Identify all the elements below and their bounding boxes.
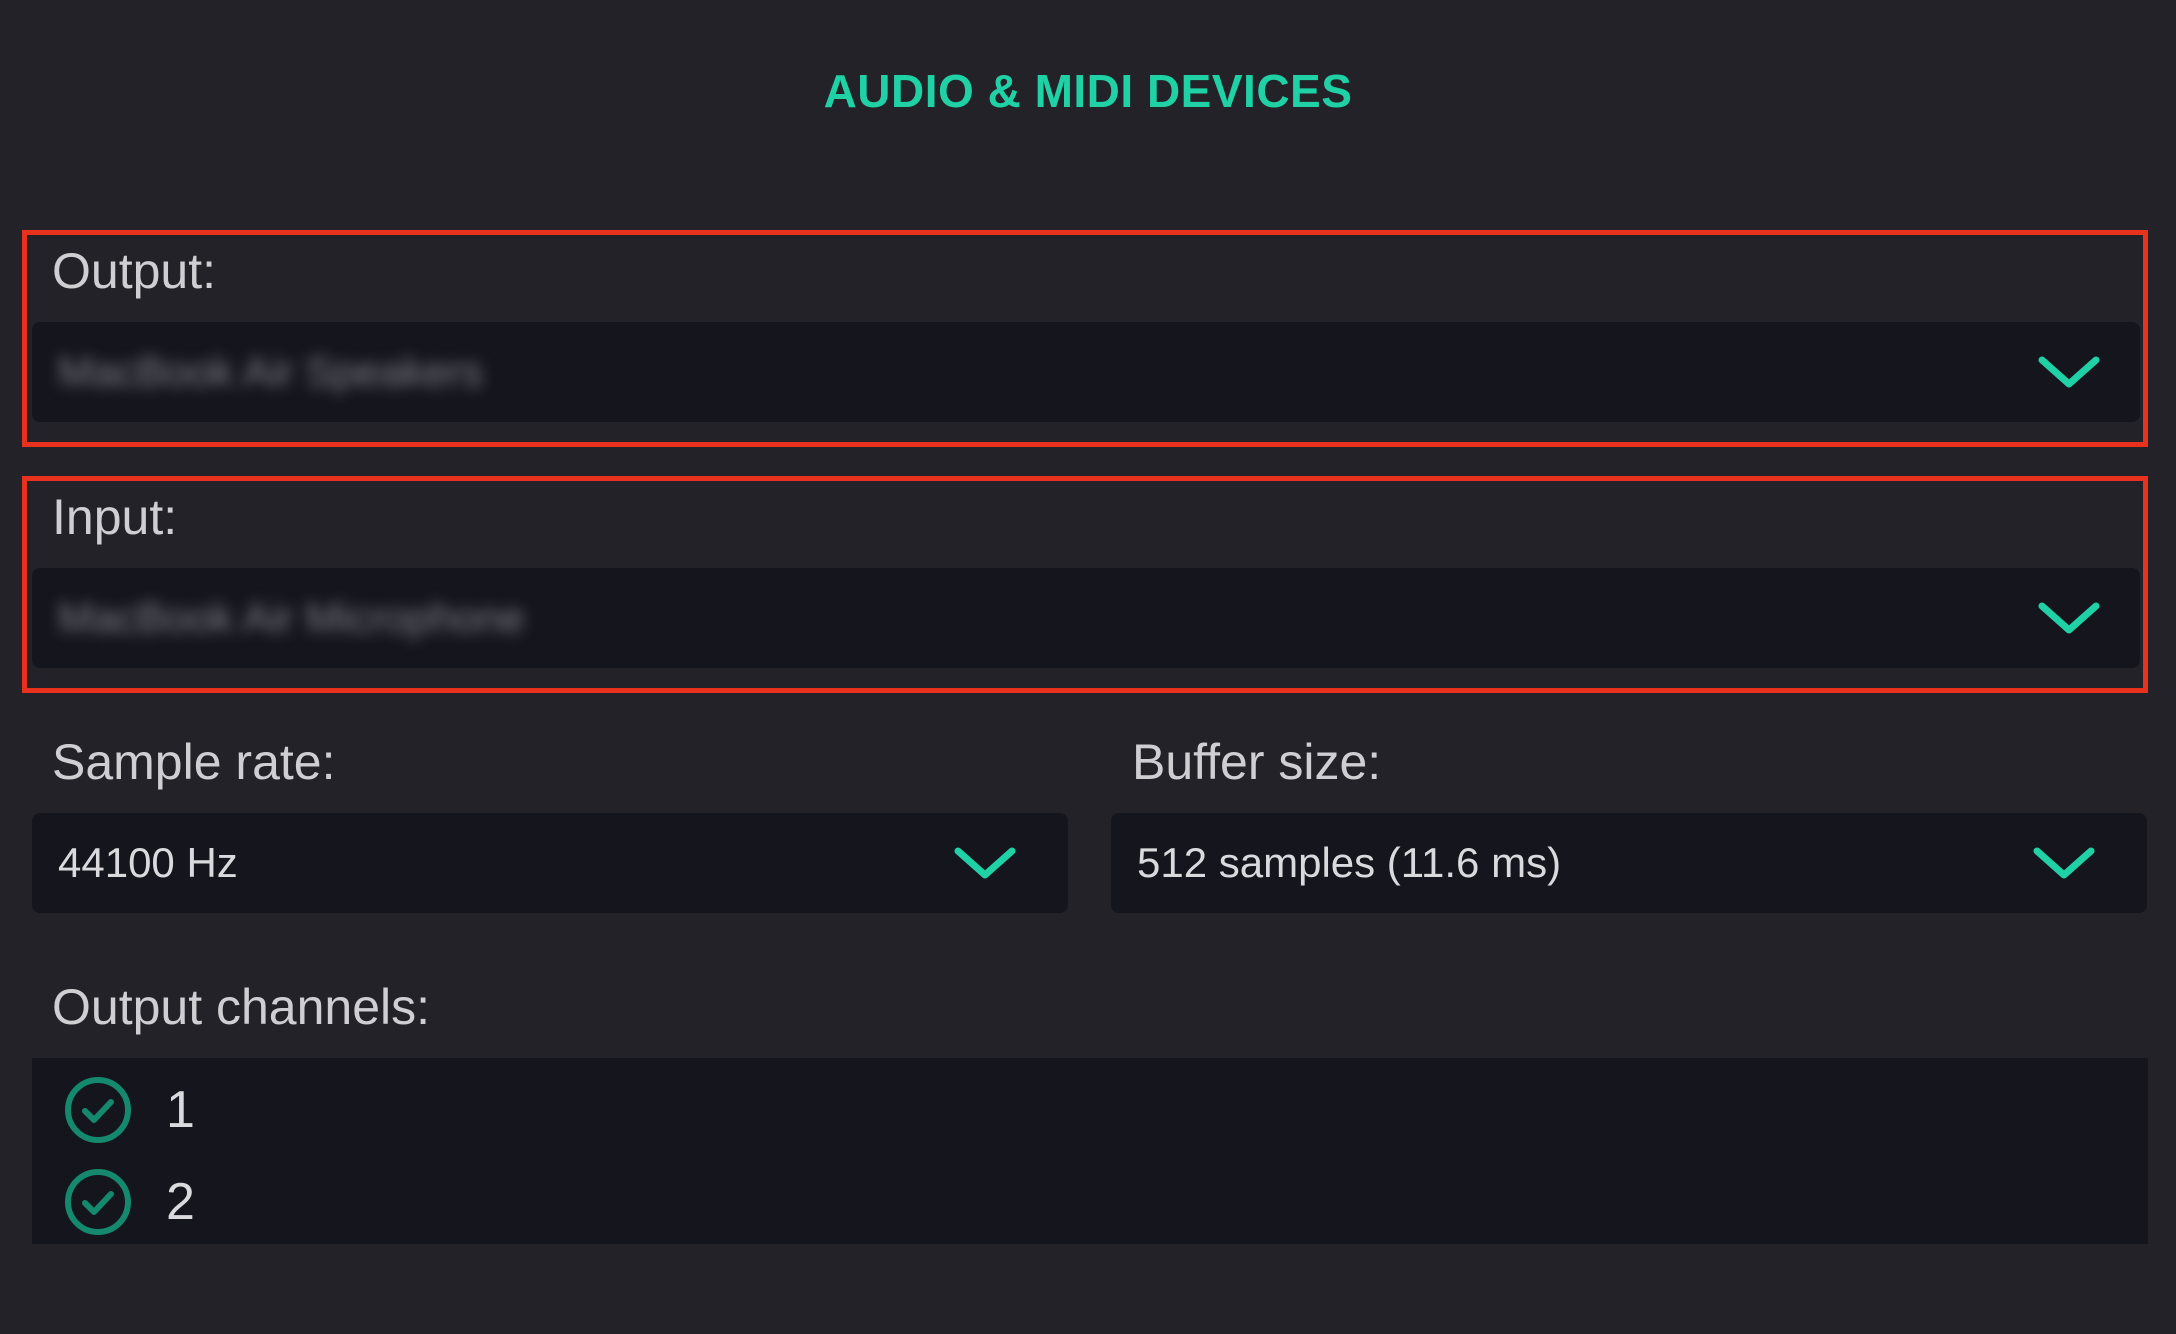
input-device-value: MacBook Air Microphone: [58, 594, 525, 641]
chevron-down-icon: [2038, 602, 2100, 634]
output-device-select[interactable]: MacBook Air Speakers: [32, 322, 2140, 422]
check-circle-icon: [65, 1077, 131, 1143]
input-label: Input:: [52, 489, 178, 545]
output-label: Output:: [52, 243, 216, 299]
buffer-size-value: 512 samples (11.6 ms): [1137, 839, 1562, 886]
channel-toggle-2[interactable]: 2: [62, 1162, 195, 1242]
sample-rate-value: 44100 Hz: [58, 839, 238, 886]
channel-label: 1: [166, 1081, 195, 1139]
chevron-down-icon: [2038, 356, 2100, 388]
buffer-size-label: Buffer size:: [1132, 734, 1382, 790]
output-channels-list: 1 2: [32, 1058, 2148, 1244]
buffer-size-select[interactable]: 512 samples (11.6 ms): [1111, 813, 2147, 913]
check-circle-icon: [65, 1169, 131, 1235]
channel-toggle-1[interactable]: 1: [62, 1070, 195, 1150]
chevron-down-icon: [2033, 847, 2095, 879]
input-device-select[interactable]: MacBook Air Microphone: [32, 568, 2140, 668]
sample-rate-label: Sample rate:: [52, 734, 336, 790]
sample-rate-select[interactable]: 44100 Hz: [32, 813, 1068, 913]
channel-label: 2: [166, 1173, 195, 1231]
page-title: AUDIO & MIDI DEVICES: [823, 65, 1353, 117]
chevron-down-icon: [954, 847, 1016, 879]
output-channels-label: Output channels:: [52, 979, 431, 1035]
output-device-value: MacBook Air Speakers: [58, 348, 483, 395]
